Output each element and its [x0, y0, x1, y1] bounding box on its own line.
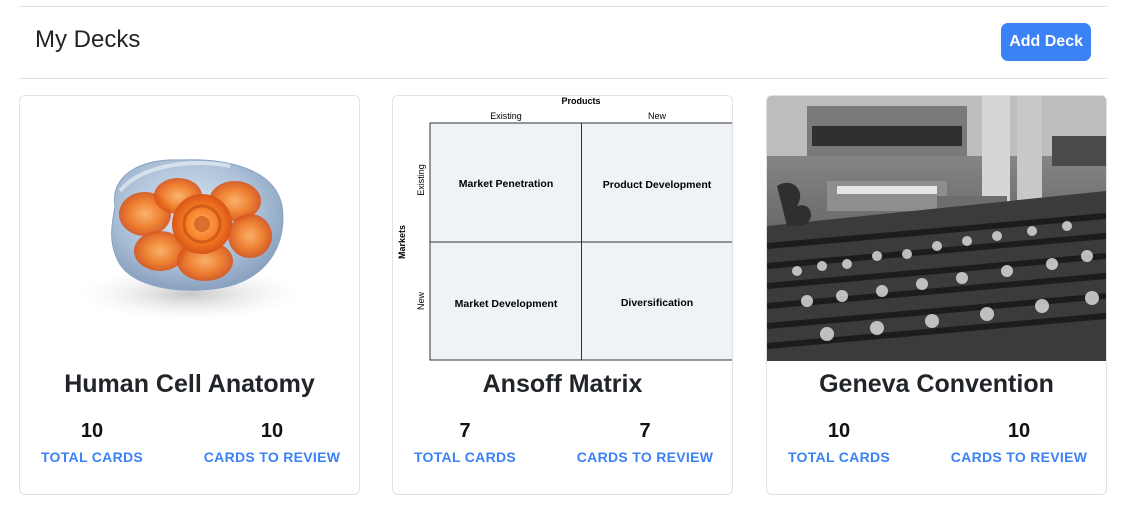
deck-image-cell — [20, 96, 359, 361]
deck-image-geneva-assembly-photo — [767, 96, 1106, 361]
deck-card-geneva-convention[interactable]: Geneva Convention 10 TOTAL CARDS 10 CARD… — [766, 95, 1107, 495]
cards-to-review-link[interactable]: CARDS TO REVIEW — [575, 449, 715, 465]
total-cards-link[interactable]: TOTAL CARDS — [769, 449, 909, 465]
cards-to-review-link[interactable]: CARDS TO REVIEW — [949, 449, 1089, 465]
total-cards-count: 7 — [459, 420, 471, 442]
total-cards-stat: 7 TOTAL CARDS — [395, 420, 535, 465]
matrix-products-label: Products — [561, 96, 600, 106]
matrix-col-existing: Existing — [490, 111, 522, 121]
cards-to-review-stat: 7 CARDS TO REVIEW — [575, 420, 715, 465]
total-cards-stat: 10 TOTAL CARDS — [769, 420, 909, 465]
page-title: My Decks — [35, 26, 141, 53]
cards-to-review-link[interactable]: CARDS TO REVIEW — [202, 449, 342, 465]
cards-to-review-stat: 10 CARDS TO REVIEW — [949, 420, 1089, 465]
page-header: My Decks Add Deck — [19, 6, 1107, 79]
total-cards-count: 10 — [80, 420, 104, 442]
add-deck-button[interactable]: Add Deck — [1001, 23, 1091, 61]
deck-card-ansoff-matrix[interactable]: Products Existing New Markets Existing N… — [392, 95, 733, 495]
deck-title: Geneva Convention — [819, 370, 1054, 398]
deck-title: Ansoff Matrix — [482, 370, 643, 398]
matrix-row-new: New — [416, 292, 426, 311]
total-cards-link[interactable]: TOTAL CARDS — [395, 449, 535, 465]
cards-to-review-count: 7 — [639, 420, 651, 442]
cards-to-review-stat: 10 CARDS TO REVIEW — [202, 420, 342, 465]
cards-to-review-count: 10 — [1007, 420, 1031, 442]
matrix-q-diversification: Diversification — [621, 297, 693, 309]
total-cards-stat: 10 TOTAL CARDS — [22, 420, 162, 465]
total-cards-count: 10 — [827, 420, 851, 442]
matrix-row-existing: Existing — [416, 164, 426, 196]
matrix-q-product-development: Product Development — [603, 179, 712, 191]
total-cards-link[interactable]: TOTAL CARDS — [22, 449, 162, 465]
matrix-markets-label: Markets — [397, 225, 407, 259]
deck-image-ansoff-matrix: Products Existing New Markets Existing N… — [393, 96, 732, 361]
deck-card-human-cell-anatomy[interactable]: Human Cell Anatomy 10 TOTAL CARDS 10 CAR… — [19, 95, 360, 495]
matrix-q-market-penetration: Market Penetration — [459, 178, 554, 190]
top-divider — [19, 6, 1107, 7]
deck-title: Human Cell Anatomy — [64, 370, 315, 398]
matrix-col-new: New — [648, 111, 667, 121]
matrix-q-market-development: Market Development — [455, 298, 558, 310]
cards-to-review-count: 10 — [260, 420, 284, 442]
